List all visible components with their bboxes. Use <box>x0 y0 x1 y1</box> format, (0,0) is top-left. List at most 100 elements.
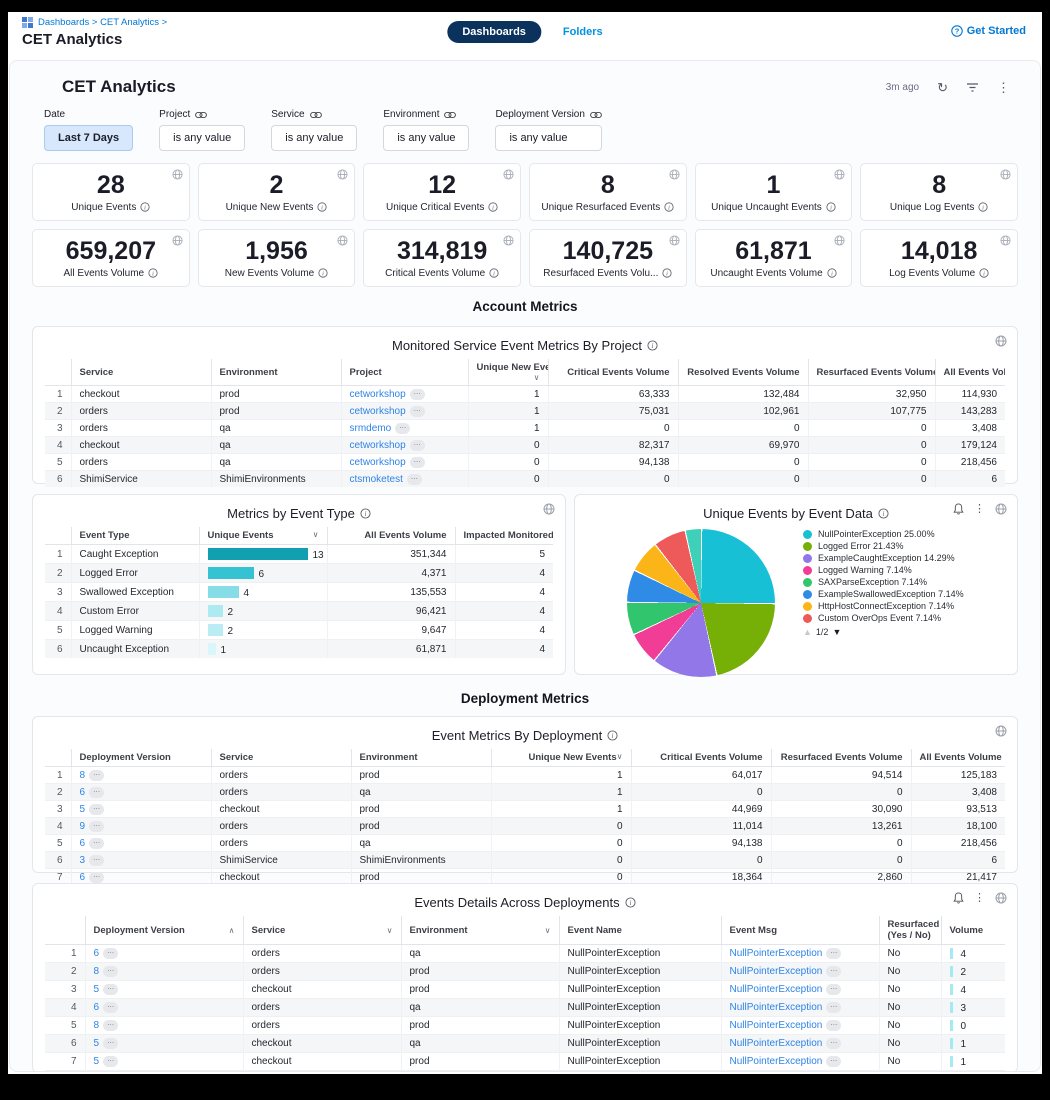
column-header[interactable]: Event Msg <box>721 916 879 945</box>
table-row[interactable]: 2ordersprod cetworkshop⋯1 75,031102,961 … <box>45 403 1005 420</box>
event-msg-link[interactable]: NullPointerException <box>730 948 823 959</box>
column-header[interactable]: Environment <box>211 359 341 386</box>
pie-chart[interactable] <box>627 529 775 677</box>
info-icon[interactable]: i <box>489 268 499 278</box>
more-options-pill[interactable]: ⋯ <box>89 821 104 832</box>
info-icon[interactable]: i <box>488 202 498 212</box>
more-options-pill[interactable]: ⋯ <box>103 1020 118 1031</box>
table-row[interactable]: 28⋯ ordersprodNullPointerException NullP… <box>45 963 1005 981</box>
more-options-pill[interactable]: ⋯ <box>395 423 410 434</box>
filter-value-button[interactable]: is any value <box>271 125 357 151</box>
more-options-pill[interactable]: ⋯ <box>103 1002 118 1013</box>
deployment-version-link[interactable]: 6 <box>80 838 86 849</box>
deployment-version-link[interactable]: 5 <box>94 1056 100 1067</box>
column-header[interactable]: Impacted Monitored Services <box>455 527 553 545</box>
column-header[interactable]: Critical Events Volume <box>631 749 771 767</box>
legend-item[interactable]: Logged Error 21.43% <box>803 541 983 552</box>
table-row[interactable]: 4Custom Error 2 96,4214 <box>45 602 553 621</box>
table-row[interactable]: 35⋯ checkoutprod1 44,96930,09093,513 <box>45 801 1005 818</box>
globe-icon[interactable] <box>1000 169 1011 180</box>
deployment-version-link[interactable]: 5 <box>94 1038 100 1049</box>
deployment-version-link[interactable]: 8 <box>94 1020 100 1031</box>
column-header[interactable]: Unique New Events∨ <box>491 749 631 767</box>
column-header[interactable]: Unique New Ever∨ <box>468 359 548 386</box>
filter-value-button[interactable]: is any value <box>495 125 602 151</box>
project-link[interactable]: srmdemo <box>350 423 392 434</box>
sort-desc-icon[interactable]: ∨ <box>617 752 623 761</box>
event-msg-link[interactable]: NullPointerException <box>730 984 823 995</box>
project-link[interactable]: cetworkshop <box>350 457 406 468</box>
column-header[interactable]: Service∨ <box>243 916 401 945</box>
project-link[interactable]: ctsmoketest <box>350 474 403 485</box>
globe-icon[interactable] <box>1000 235 1011 246</box>
table-row[interactable]: 3Swallowed Exception 4 135,5534 <box>45 583 553 602</box>
legend-item[interactable]: NullPointerException 25.00% <box>803 529 983 540</box>
deployment-version-link[interactable]: 5 <box>80 804 86 815</box>
globe-icon[interactable] <box>337 169 348 180</box>
info-icon[interactable]: i <box>625 897 636 908</box>
column-header[interactable]: Unique Events∨ <box>199 527 327 545</box>
more-options-pill[interactable]: ⋯ <box>410 406 425 417</box>
column-header[interactable]: Resurfaced Events Volume <box>808 359 935 386</box>
table-row[interactable]: 6Uncaught Exception 1 61,8714 <box>45 640 553 659</box>
more-options-pill[interactable]: ⋯ <box>407 474 422 485</box>
breadcrumb-link[interactable]: Dashboards <box>38 17 89 28</box>
more-options-pill[interactable]: ⋯ <box>103 966 118 977</box>
globe-icon[interactable] <box>995 892 1007 904</box>
table-row[interactable]: 4checkoutqa cetworkshop⋯0 82,31769,970 0… <box>45 437 1005 454</box>
globe-icon[interactable] <box>834 169 845 180</box>
get-started-button[interactable]: ? Get Started <box>951 25 1026 37</box>
table-row[interactable]: 56⋯ ordersqa0 94,1380218,456 <box>45 835 1005 852</box>
event-msg-link[interactable]: NullPointerException <box>730 1056 823 1067</box>
more-options-pill[interactable]: ⋯ <box>826 1038 841 1049</box>
column-header[interactable]: Resolved Events Volume <box>678 359 808 386</box>
table-row[interactable]: 49⋯ ordersprod0 11,01413,26118,100 <box>45 818 1005 835</box>
column-header[interactable]: Deployment Version∧ <box>85 916 243 945</box>
column-header[interactable]: Event Type <box>71 527 199 545</box>
sort-asc-icon[interactable]: ∧ <box>229 925 235 936</box>
table-row[interactable]: 58⋯ ordersprodNullPointerException NullP… <box>45 1017 1005 1035</box>
more-options-pill[interactable]: ⋯ <box>89 838 104 849</box>
table-row[interactable]: 75⋯ checkoutprodNullPointerException Nul… <box>45 1053 1005 1071</box>
tab-dashboards[interactable]: Dashboards <box>447 21 541 43</box>
deployment-version-link[interactable]: 8 <box>80 770 86 781</box>
event-msg-link[interactable]: NullPointerException <box>730 966 823 977</box>
deployment-version-link[interactable]: 5 <box>94 984 100 995</box>
info-icon[interactable]: i <box>607 730 618 741</box>
deployment-version-link[interactable]: 6 <box>94 1002 100 1013</box>
table-row[interactable]: 86⋯ ordersqaNullPointerException NullPoi… <box>45 1071 1005 1073</box>
deployment-version-link[interactable]: 6 <box>80 872 86 883</box>
more-options-pill[interactable]: ⋯ <box>89 770 104 781</box>
info-icon[interactable]: i <box>878 508 889 519</box>
globe-icon[interactable] <box>995 503 1007 515</box>
legend-page-up-icon[interactable]: ▲ <box>803 627 812 637</box>
column-header[interactable]: Environment∨ <box>401 916 559 945</box>
table-row[interactable]: 5ordersqa cetworkshop⋯0 94,1380 0218,456 <box>45 454 1005 471</box>
column-header[interactable]: Environment <box>351 749 491 767</box>
more-options-pill[interactable]: ⋯ <box>826 966 841 977</box>
table-row[interactable]: 65⋯ checkoutqaNullPointerException NullP… <box>45 1035 1005 1053</box>
column-header[interactable]: Resurfaced Events Volume <box>771 749 911 767</box>
legend-page-down-icon[interactable]: ▼ <box>832 627 841 637</box>
legend-item[interactable]: ExampleSwallowedException 7.14% <box>803 589 983 600</box>
column-header[interactable]: All Events Volume <box>911 749 1005 767</box>
info-icon[interactable]: i <box>826 202 836 212</box>
globe-icon[interactable] <box>503 169 514 180</box>
table-row[interactable]: 2Logged Error 6 4,3714 <box>45 564 553 583</box>
info-icon[interactable]: i <box>979 268 989 278</box>
more-options-pill[interactable]: ⋯ <box>410 457 425 468</box>
legend-item[interactable]: SAXParseException 7.14% <box>803 577 983 588</box>
project-link[interactable]: cetworkshop <box>350 389 406 400</box>
project-link[interactable]: cetworkshop <box>350 440 406 451</box>
tab-folders[interactable]: Folders <box>563 26 603 38</box>
globe-icon[interactable] <box>669 169 680 180</box>
more-options-pill[interactable]: ⋯ <box>826 1002 841 1013</box>
column-header[interactable]: Event Name <box>559 916 721 945</box>
legend-item[interactable]: Logged Warning 7.14% <box>803 565 983 576</box>
filter-icon[interactable] <box>966 82 979 93</box>
sort-desc-icon[interactable]: ∨ <box>534 373 540 382</box>
column-header[interactable]: Service <box>71 359 211 386</box>
column-header[interactable]: All Events Volume <box>327 527 455 545</box>
filter-value-button[interactable]: is any value <box>383 125 469 151</box>
table-row[interactable]: 46⋯ ordersqaNullPointerException NullPoi… <box>45 999 1005 1017</box>
